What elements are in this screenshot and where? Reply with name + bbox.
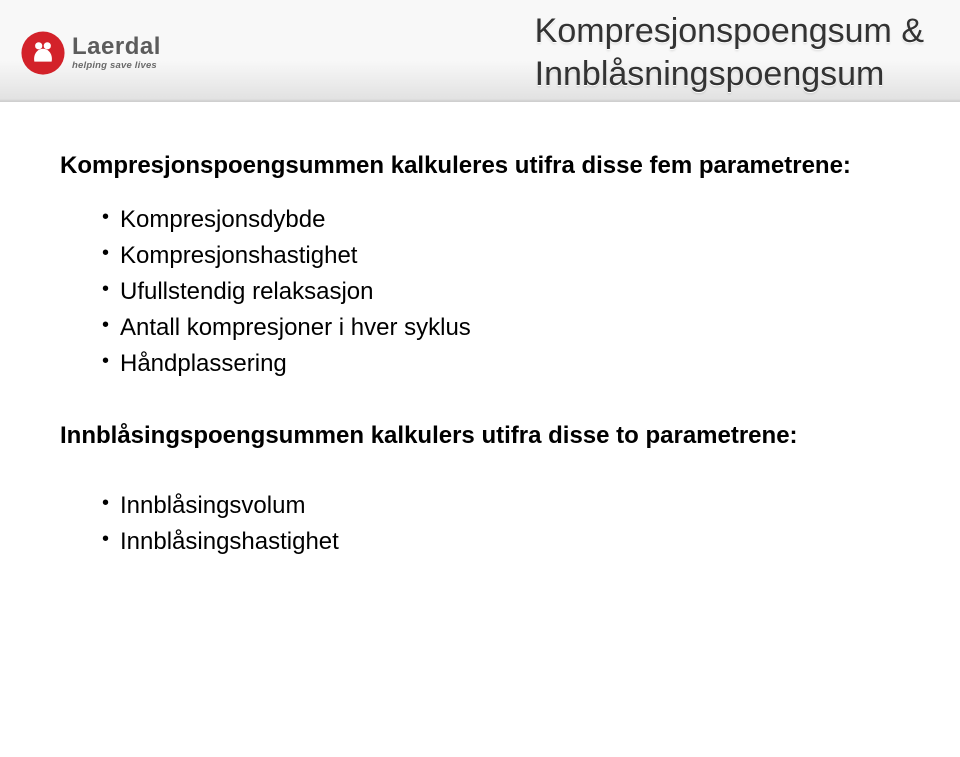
bullet-list-2: Innblåsingsvolum Innblåsingshastighet: [60, 488, 900, 560]
title-line-2: Innblåsningspoengsum: [535, 53, 924, 96]
list-item: Innblåsingsvolum: [102, 488, 900, 524]
list-item: Kompresjonshastighet: [102, 238, 900, 274]
bullet-list-1: Kompresjonsdybde Kompresjonshastighet Uf…: [60, 202, 900, 382]
list-item: Håndplassering: [102, 346, 900, 382]
slide-header: Laerdal helping save lives Kompresjonspo…: [0, 0, 960, 102]
title-line-1: Kompresjonspoengsum &: [535, 10, 924, 53]
brand-logo: Laerdal helping save lives: [20, 30, 161, 76]
spacer: [60, 472, 900, 488]
list-item: Ufullstendig relaksasjon: [102, 274, 900, 310]
list-item: Antall kompresjoner i hver syklus: [102, 310, 900, 346]
list-item: Innblåsingshastighet: [102, 524, 900, 560]
brand-text: Laerdal helping save lives: [72, 34, 161, 71]
list-item: Kompresjonsdybde: [102, 202, 900, 238]
brand-name: Laerdal: [72, 34, 161, 59]
section-heading-2: Innblåsingspoengsummen kalkulers utifra …: [60, 422, 900, 450]
slide-body: Kompresjonspoengsummen kalkuleres utifra…: [0, 102, 960, 560]
laerdal-icon: [20, 30, 66, 76]
section-heading-1: Kompresjonspoengsummen kalkuleres utifra…: [60, 152, 900, 180]
brand-tagline: helping save lives: [72, 61, 161, 71]
slide-title: Kompresjonspoengsum & Innblåsningspoengs…: [535, 10, 924, 95]
